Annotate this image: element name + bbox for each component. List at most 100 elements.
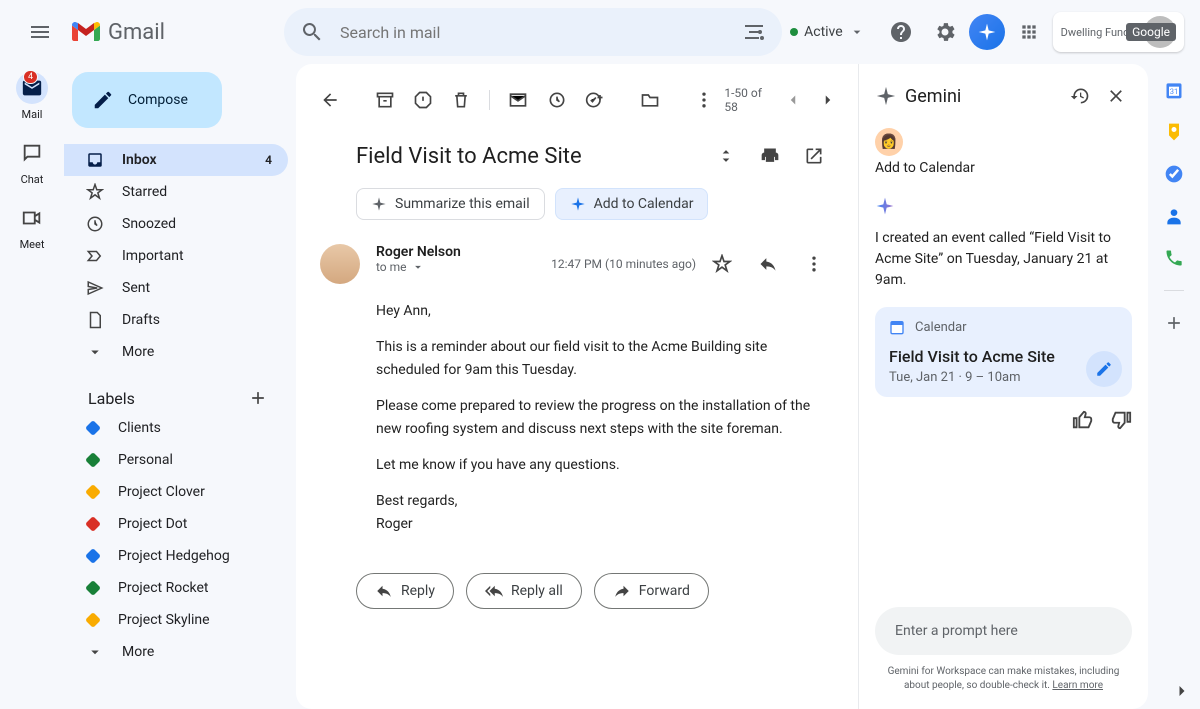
snooze-button[interactable] [538,80,574,120]
calendar-addon[interactable]: 31 [1164,80,1184,100]
keep-addon[interactable] [1164,122,1184,142]
chat-icon [21,142,43,164]
collapse-button[interactable] [706,136,746,176]
gmail-logo[interactable]: Gmail [72,20,252,45]
rail-mail[interactable]: Mail 4 [16,72,48,121]
label-item[interactable]: Personal [64,444,288,476]
inbox-icon [86,151,104,169]
sidebar-important[interactable]: Important [64,240,288,272]
reply-all-button[interactable]: Reply all [466,573,582,609]
quick-reply-button[interactable] [748,244,788,284]
page-info-text: 1-50 of 58 [724,86,772,114]
label-text: Clients [118,420,161,436]
body-signature: Roger [376,513,834,535]
prev-page-button[interactable] [779,84,808,116]
learn-more-link[interactable]: Learn more [1052,680,1103,691]
gemini-history-button[interactable] [1064,80,1096,112]
label-text: Project Skyline [118,612,210,628]
main-menu-button[interactable] [16,8,64,56]
spam-button[interactable] [405,80,441,120]
popout-button[interactable] [794,136,834,176]
tasks-addon[interactable] [1164,164,1184,184]
search-icon[interactable] [292,12,332,52]
reply-button[interactable]: Reply [356,573,454,609]
get-addons[interactable] [1164,313,1184,333]
contacts-addon[interactable] [1164,206,1184,226]
apps-grid-icon [1019,22,1039,42]
sidebar-inbox[interactable]: Inbox4 [64,144,288,176]
chevron-down-icon [411,260,425,274]
apps-button[interactable] [1009,12,1049,52]
sidebar-starred[interactable]: Starred [64,176,288,208]
label-item[interactable]: Project Dot [64,508,288,540]
support-button[interactable] [881,12,921,52]
sender-to[interactable]: to me [376,260,535,274]
open-new-icon [804,146,824,166]
archive-button[interactable] [367,80,403,120]
expand-rail-button[interactable] [1172,681,1192,701]
label-item[interactable]: Project Clover [64,476,288,508]
sidebar-snoozed[interactable]: Snoozed [64,208,288,240]
spark-icon [875,85,897,107]
sidebar-drafts[interactable]: Drafts [64,304,288,336]
gemini-button[interactable] [969,14,1005,50]
labels-header: Labels [72,384,288,412]
sidebar-sent[interactable]: Sent [64,272,288,304]
calendar-icon [889,319,905,335]
label-text: Project Dot [118,516,187,532]
label-item[interactable]: Project Skyline [64,604,288,636]
rail-meet[interactable]: Meet [16,202,48,251]
mail-badge: 4 [23,70,38,84]
search-bar[interactable] [284,8,782,56]
delete-button[interactable] [443,80,479,120]
next-page-button[interactable] [813,84,842,116]
gemini-user-query: Add to Calendar [875,160,1132,176]
rail-mail-label: Mail [22,108,43,121]
plus-icon [248,388,268,408]
sent-label: Sent [122,280,150,296]
email-more-button[interactable] [794,244,834,284]
star-email-button[interactable] [702,244,742,284]
starred-label: Starred [122,184,167,200]
event-card[interactable]: Calendar Field Visit to Acme Site Tue, J… [875,307,1132,397]
more-actions-button[interactable] [686,80,722,120]
label-item[interactable]: Clients [64,412,288,444]
move-button[interactable] [631,80,667,120]
mark-unread-button[interactable] [500,80,536,120]
add-calendar-chip[interactable]: Add to Calendar [555,188,709,220]
label-item[interactable]: Project Hedgehog [64,540,288,572]
search-input[interactable] [332,23,734,42]
edit-event-button[interactable] [1086,351,1122,387]
reply-icon [375,582,393,600]
sender-name: Roger Nelson [376,244,535,260]
compose-button[interactable]: Compose [72,72,222,128]
main-content: 1-50 of 58 Field Visit to Acme Site Summ… [296,64,1148,709]
print-button[interactable] [750,136,790,176]
add-task-button[interactable] [577,80,613,120]
status-indicator[interactable]: Active [790,24,865,40]
label-item[interactable]: Project Rocket [64,572,288,604]
gemini-prompt-input[interactable]: Enter a prompt here [875,607,1132,655]
settings-button[interactable] [925,12,965,52]
label-item[interactable]: More [64,636,288,668]
search-options-icon[interactable] [734,12,774,52]
sender-avatar[interactable] [320,244,360,284]
spark-icon [570,196,586,212]
forward-button[interactable]: Forward [594,573,709,609]
clock-icon [547,90,567,110]
label-text: Project Hedgehog [118,548,230,564]
add-label-button[interactable] [244,384,272,412]
sidebar-more[interactable]: More [64,336,288,368]
sidebar: Compose Inbox4 Starred Snoozed Important… [64,64,296,709]
thumbs-down-button[interactable] [1110,409,1132,431]
rail-chat[interactable]: Chat [16,137,48,186]
summarize-chip[interactable]: Summarize this email [356,188,545,220]
spark-icon [875,196,895,216]
important-label: Important [122,248,184,264]
email-timestamp: 12:47 PM (10 minutes ago) [551,257,696,271]
account-switcher[interactable]: Dwelling Fund... Google [1053,12,1184,52]
gemini-close-button[interactable] [1100,80,1132,112]
thumbs-up-button[interactable] [1072,409,1094,431]
voice-addon[interactable] [1164,248,1184,268]
back-button[interactable] [312,80,348,120]
